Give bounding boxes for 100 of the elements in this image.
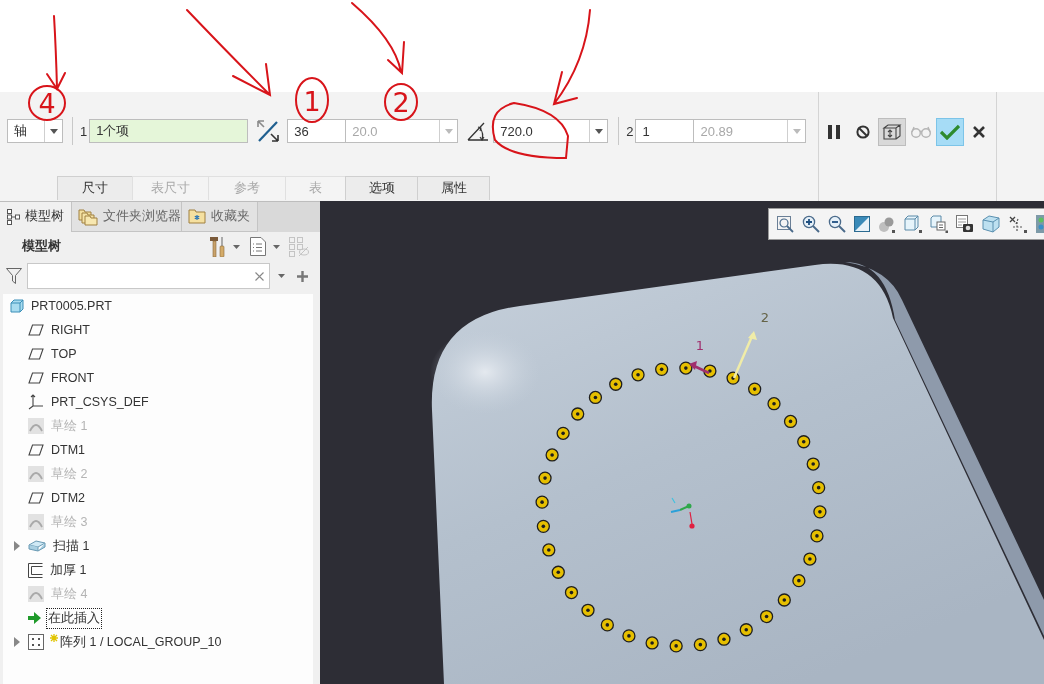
plane-icon <box>28 372 44 384</box>
pattern-point-marker[interactable] <box>609 377 623 391</box>
plane-icon <box>28 444 44 456</box>
angle-extent-dropdown[interactable]: 720.0 <box>493 119 609 143</box>
annotation-number: 4 <box>38 88 56 119</box>
pattern-point-marker[interactable] <box>564 585 579 600</box>
no-entry-icon <box>856 125 870 139</box>
check-icon <box>940 124 960 140</box>
pattern-point-marker[interactable] <box>806 457 820 471</box>
pattern-point-marker[interactable] <box>655 362 669 376</box>
dashboard-tab[interactable]: 属性 <box>417 176 490 200</box>
panel-tab[interactable]: 模型树 <box>0 202 72 232</box>
pattern-point-marker[interactable] <box>581 603 595 617</box>
tree-item[interactable]: 扫描 1 <box>52 536 91 556</box>
preview-button[interactable] <box>878 118 906 146</box>
pattern-point-marker[interactable] <box>803 552 817 566</box>
annotation-circle <box>295 77 329 123</box>
caret-icon[interactable] <box>278 274 285 278</box>
plane-icon <box>28 492 44 504</box>
tree-item[interactable]: DTM2 <box>50 490 87 506</box>
sketch-icon <box>28 514 44 530</box>
cube-icon <box>10 299 24 313</box>
pattern-point-marker[interactable] <box>759 609 774 624</box>
panel-tab[interactable]: 文件夹浏览器 <box>71 202 182 232</box>
pause-icon <box>828 125 840 139</box>
add-icon[interactable] <box>297 270 308 282</box>
tree-item[interactable]: 在此插入 <box>47 608 101 628</box>
pattern-point-marker[interactable] <box>813 505 827 519</box>
member-count-field[interactable]: 36 <box>287 119 347 143</box>
pattern-point-marker[interactable] <box>545 448 559 462</box>
shading-icon[interactable] <box>878 215 896 233</box>
tree-item[interactable]: PRT0005.PRT <box>30 298 113 314</box>
pattern-point-marker[interactable] <box>600 618 614 632</box>
reference-collector-field[interactable]: 1个项 <box>89 119 249 143</box>
pattern-point-marker[interactable] <box>767 397 781 411</box>
expand-arrow-icon[interactable] <box>13 541 21 551</box>
list-icon[interactable] <box>250 237 266 256</box>
zoom-out-icon[interactable] <box>828 215 846 233</box>
panel-tab[interactable]: 收藏夹 <box>181 202 258 232</box>
tree-item[interactable]: TOP <box>50 346 78 362</box>
diagonal-arrows-icon[interactable] <box>256 119 281 143</box>
tree-item[interactable]: FRONT <box>50 370 96 386</box>
pattern-point-marker[interactable] <box>797 435 811 449</box>
direction-arrow[interactable] <box>689 361 710 375</box>
member-count-field[interactable]: 1 <box>635 119 695 143</box>
zoom-to-fit-icon[interactable] <box>777 215 794 233</box>
caret-icon[interactable] <box>273 244 280 249</box>
camera-icon[interactable] <box>956 215 974 233</box>
zoom-in-icon[interactable] <box>802 215 820 233</box>
pattern-point-marker[interactable] <box>631 368 645 382</box>
pattern-point-marker[interactable] <box>535 495 549 509</box>
reference-type-dropdown[interactable]: 轴 <box>7 119 63 143</box>
pattern-point-marker[interactable] <box>679 361 693 375</box>
search-field[interactable] <box>27 263 270 289</box>
pattern-point-marker[interactable] <box>748 382 762 396</box>
expand-arrow-icon[interactable] <box>13 637 21 647</box>
dashboard-tab[interactable]: 尺寸 <box>57 176 133 200</box>
sketch-icon <box>28 418 44 434</box>
dots-icon[interactable] <box>1036 215 1044 233</box>
pattern-point-marker[interactable] <box>542 543 556 557</box>
bracket-icon <box>28 562 43 578</box>
coordinate-axes-icon <box>670 497 695 529</box>
tree-item[interactable]: 加厚 1 <box>49 560 88 580</box>
datum-display-icon[interactable] <box>1008 215 1027 233</box>
annotation-number: 2 <box>392 87 410 118</box>
caret-icon[interactable] <box>233 244 240 249</box>
pattern-point-marker[interactable] <box>538 471 552 485</box>
tree-item[interactable]: PRT_CSYS_DEF <box>50 394 150 410</box>
pattern-point-marker[interactable] <box>812 481 826 495</box>
pattern-point-marker[interactable] <box>792 574 806 588</box>
tree-item[interactable]: RIGHT <box>50 322 91 338</box>
pattern-point-marker[interactable] <box>777 593 791 607</box>
pattern-point-marker[interactable] <box>703 364 717 378</box>
pattern-point-marker[interactable] <box>783 414 798 429</box>
pattern-point-marker[interactable] <box>571 407 585 421</box>
wireframe-cube-icon[interactable] <box>982 215 1000 233</box>
pattern-point-marker[interactable] <box>588 390 603 405</box>
tree-item[interactable]: 阵列 1 / LOCAL_GROUP_10 <box>59 632 223 652</box>
pattern-point-marker[interactable] <box>739 623 753 637</box>
pattern-point-marker[interactable] <box>693 638 707 652</box>
close-icon[interactable] <box>255 271 264 281</box>
pattern-point-marker[interactable] <box>669 639 683 653</box>
repaint-icon[interactable] <box>854 216 870 232</box>
slab-icon <box>28 540 46 552</box>
pattern-point-marker[interactable] <box>536 519 550 533</box>
pattern-point-marker[interactable] <box>726 371 740 385</box>
cube-icon[interactable] <box>904 215 922 233</box>
saved-views-icon[interactable] <box>930 215 948 233</box>
filter-icon[interactable] <box>6 268 22 284</box>
annotation-circle <box>28 85 66 121</box>
pattern-point-marker[interactable] <box>645 636 659 650</box>
pattern-point-marker[interactable] <box>622 629 636 643</box>
angle-icon[interactable] <box>467 120 490 142</box>
pattern-point-marker[interactable] <box>551 565 565 579</box>
dashboard-tab[interactable]: 选项 <box>345 176 418 200</box>
pattern-point-marker[interactable] <box>556 426 570 440</box>
pattern-point-marker[interactable] <box>717 632 731 646</box>
hammer-screwdriver-icon[interactable] <box>210 236 226 257</box>
tree-item[interactable]: DTM1 <box>50 442 87 458</box>
pattern-point-marker[interactable] <box>810 529 824 543</box>
